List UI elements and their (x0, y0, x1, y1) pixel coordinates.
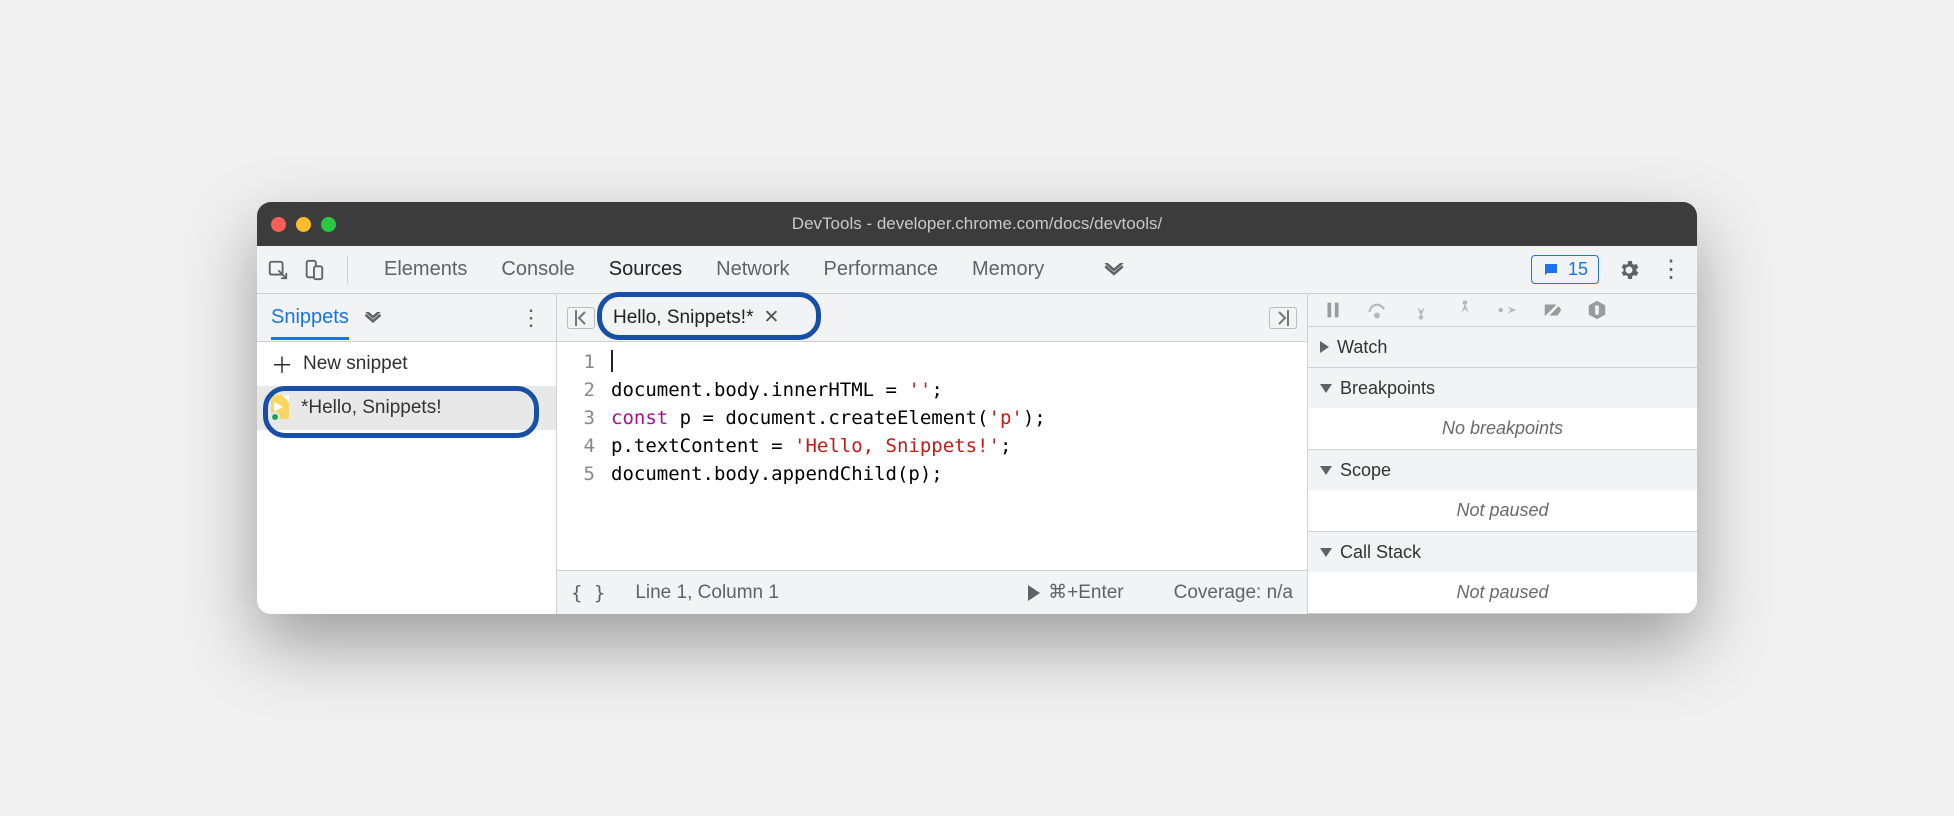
debugger-toolbar (1308, 294, 1697, 327)
debugger-section-label: Watch (1337, 337, 1387, 358)
step-icon[interactable] (1498, 299, 1520, 321)
main-toolbar: Elements Console Sources Network Perform… (257, 246, 1697, 294)
tab-sources[interactable]: Sources (609, 246, 682, 293)
coverage-label: Coverage: n/a (1174, 582, 1293, 604)
step-into-icon[interactable] (1410, 299, 1432, 321)
format-icon[interactable]: { } (571, 582, 605, 604)
window-close-button[interactable] (271, 217, 286, 232)
debugger-section-label: Scope (1340, 460, 1391, 481)
run-snippet-button[interactable]: ⌘+Enter (1028, 581, 1124, 604)
tab-elements[interactable]: Elements (384, 246, 467, 293)
step-over-icon[interactable] (1366, 299, 1388, 321)
editor-tab-label: Hello, Snippets!* (613, 307, 753, 329)
debugger-section-header[interactable]: Scope (1308, 450, 1697, 490)
sidebar-kebab-icon[interactable]: ⋮ (520, 305, 542, 331)
window-maximize-button[interactable] (321, 217, 336, 232)
close-tab-icon[interactable]: ✕ (763, 306, 779, 329)
step-out-icon[interactable] (1454, 299, 1476, 321)
tab-network[interactable]: Network (716, 246, 789, 293)
device-toggle-icon[interactable] (303, 259, 325, 281)
debugger-section: Watch (1308, 327, 1697, 368)
snippet-item[interactable]: *Hello, Snippets! (257, 386, 556, 430)
kebab-menu-icon[interactable]: ⋮ (1659, 264, 1683, 276)
settings-icon[interactable] (1617, 258, 1641, 282)
divider (347, 256, 348, 284)
chevron-down-icon (1320, 548, 1332, 557)
debugger-section: Scope Not paused (1308, 450, 1697, 532)
play-icon (1028, 585, 1040, 601)
debugger-section-header[interactable]: Call Stack (1308, 532, 1697, 572)
editor-statusbar: { } Line 1, Column 1 ⌘+Enter Coverage: n… (557, 570, 1307, 614)
new-snippet-label: New snippet (303, 353, 408, 375)
pause-on-exceptions-icon[interactable] (1586, 299, 1608, 321)
deactivate-breakpoints-icon[interactable] (1542, 299, 1564, 321)
code-content[interactable]: document.body.innerHTML = '';const p = d… (605, 348, 1307, 570)
window-minimize-button[interactable] (296, 217, 311, 232)
debugger-section: Call Stack Not paused (1308, 532, 1697, 614)
debugger-section-label: Call Stack (1340, 542, 1421, 563)
issues-badge[interactable]: 15 (1531, 255, 1599, 284)
tab-memory[interactable]: Memory (972, 246, 1044, 293)
run-shortcut-label: ⌘+Enter (1048, 581, 1124, 604)
issues-count: 15 (1568, 259, 1588, 280)
chevron-down-icon (1320, 384, 1332, 393)
workspace: Snippets ⋮ ＋ New snippet *Hello, (257, 294, 1697, 614)
debugger-section: Breakpoints No breakpoints (1308, 368, 1697, 450)
tab-console[interactable]: Console (501, 246, 574, 293)
new-snippet-button[interactable]: ＋ New snippet (257, 342, 556, 386)
editor-panel: Hello, Snippets!* ✕ 12345 document.body.… (557, 294, 1307, 614)
editor-tabbar: Hello, Snippets!* ✕ (557, 294, 1307, 342)
editor-nav-forward-icon[interactable] (1269, 307, 1297, 329)
snippet-item-label: *Hello, Snippets! (301, 397, 441, 419)
debugger-section-header[interactable]: Breakpoints (1308, 368, 1697, 408)
window-title: DevTools - developer.chrome.com/docs/dev… (792, 214, 1162, 234)
chevron-right-icon (1320, 341, 1329, 353)
pause-icon[interactable] (1322, 299, 1344, 321)
plus-icon: ＋ (271, 348, 293, 380)
debugger-section-label: Breakpoints (1340, 378, 1435, 399)
chevron-down-icon (1320, 466, 1332, 475)
cursor-position: Line 1, Column 1 (635, 582, 779, 604)
debugger-section-body: Not paused (1308, 490, 1697, 531)
editor-tab[interactable]: Hello, Snippets!* ✕ (603, 302, 789, 333)
debugger-section-header[interactable]: Watch (1308, 327, 1697, 367)
titlebar: DevTools - developer.chrome.com/docs/dev… (257, 202, 1697, 246)
code-editor[interactable]: 12345 document.body.innerHTML = '';const… (557, 342, 1307, 570)
sidebar-tab-snippets[interactable]: Snippets (271, 306, 349, 340)
tab-performance[interactable]: Performance (824, 246, 939, 293)
debugger-panel: Watch Breakpoints No breakpoints Scope Not p… (1307, 294, 1697, 614)
sidebar-more-tabs-icon[interactable] (363, 312, 383, 324)
snippet-file-icon (271, 395, 291, 421)
line-gutter: 12345 (557, 348, 605, 570)
debugger-section-body: No breakpoints (1308, 408, 1697, 449)
snippets-sidebar: Snippets ⋮ ＋ New snippet *Hello, (257, 294, 557, 614)
traffic-lights (271, 217, 336, 232)
sidebar-header: Snippets ⋮ (257, 294, 556, 342)
inspect-icon[interactable] (267, 259, 289, 281)
debugger-section-body: Not paused (1308, 572, 1697, 613)
panel-tabs: Elements Console Sources Network Perform… (366, 246, 1126, 293)
editor-nav-back-icon[interactable] (567, 307, 595, 329)
more-tabs-icon[interactable] (1102, 263, 1126, 277)
devtools-window: DevTools - developer.chrome.com/docs/dev… (257, 202, 1697, 614)
